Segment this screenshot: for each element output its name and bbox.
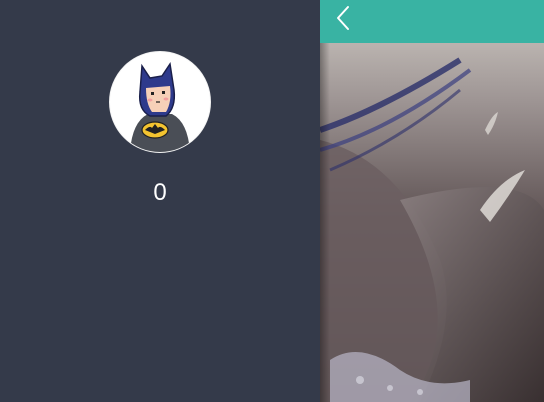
chevron-left-icon (337, 6, 349, 30)
background-photo (320, 0, 544, 402)
top-app-bar (320, 0, 544, 43)
main-content-preview[interactable] (320, 0, 544, 402)
batman-avatar-icon (130, 61, 190, 152)
count-label: 0 (153, 179, 167, 206)
drawer-edge-shadow (320, 0, 330, 402)
back-button[interactable] (332, 4, 362, 34)
side-drawer: 0 (0, 0, 320, 402)
user-avatar[interactable] (109, 51, 211, 153)
